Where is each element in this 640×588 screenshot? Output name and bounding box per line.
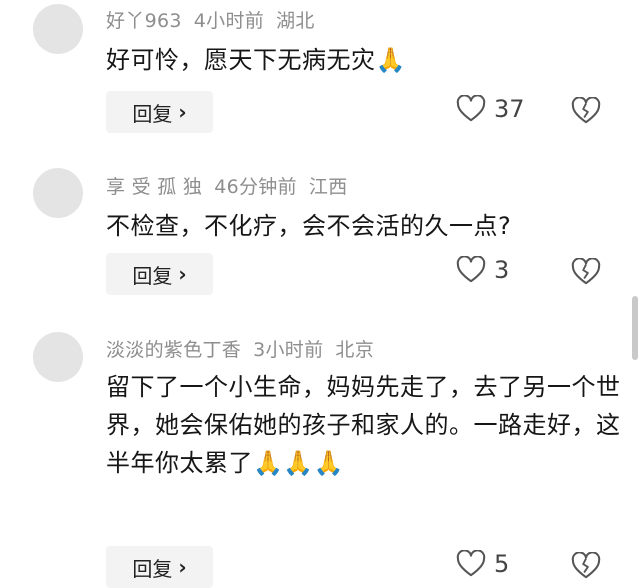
comment-time: 46分钟前 xyxy=(214,176,297,198)
reply-button[interactable]: 回复 › xyxy=(106,253,213,295)
chevron-right-icon: › xyxy=(178,262,187,286)
reply-label: 回复 xyxy=(132,101,173,126)
comment-location: 北京 xyxy=(335,339,375,361)
like-count: 5 xyxy=(494,550,510,578)
scrollbar[interactable] xyxy=(632,296,638,360)
reply-button[interactable]: 回复 › xyxy=(106,546,213,588)
comment-meta: 享 受 孤 独 46分钟前 江西 xyxy=(106,172,348,199)
dislike-button[interactable] xyxy=(571,96,601,129)
comment-text: 不检查，不化疗，会不会活的久一点? xyxy=(106,212,512,240)
username[interactable]: 享 受 孤 独 xyxy=(106,176,202,198)
reply-label: 回复 xyxy=(132,263,173,288)
comment-meta: 好丫963 4小时前 湖北 xyxy=(106,6,315,33)
username[interactable]: 好丫963 xyxy=(106,10,182,32)
heart-outline-icon xyxy=(456,550,486,577)
comment-time: 4小时前 xyxy=(193,10,265,32)
like-button[interactable]: 37 xyxy=(456,95,525,123)
like-button[interactable]: 3 xyxy=(456,256,509,284)
avatar[interactable] xyxy=(33,168,83,218)
comment-time: 3小时前 xyxy=(253,339,324,361)
comment-item: 淡淡的紫色丁香 3小时前 北京 留下了一个小生命，妈妈先走了，去了另一个世界，她会保… xyxy=(0,320,640,588)
heart-outline-icon xyxy=(456,95,486,122)
avatar[interactable] xyxy=(33,332,83,382)
broken-heart-icon xyxy=(571,96,601,124)
reply-label: 回复 xyxy=(132,556,173,581)
heart-outline-icon xyxy=(456,256,486,283)
reply-button[interactable]: 回复 › xyxy=(106,91,213,133)
chevron-right-icon: › xyxy=(178,555,187,579)
comment-location: 湖北 xyxy=(276,10,315,32)
comment-meta: 淡淡的紫色丁香 3小时前 北京 xyxy=(106,335,374,362)
comment-text: 留下了一个小生命，妈妈先走了，去了另一个世界，她会保佑她的孩子和家人的。一路走好… xyxy=(106,373,621,477)
broken-heart-icon xyxy=(571,257,601,285)
like-count: 3 xyxy=(494,256,510,284)
broken-heart-icon xyxy=(571,551,601,579)
comment-location: 江西 xyxy=(308,176,348,198)
praying-hands-emoji: 🙏🙏🙏 xyxy=(253,449,345,477)
chevron-right-icon: › xyxy=(178,100,187,124)
praying-hands-emoji: 🙏 xyxy=(375,46,406,74)
like-button[interactable]: 5 xyxy=(456,550,509,578)
comment-item: 好丫963 4小时前 湖北 好可怜，愿天下无病无灾🙏 回复 › 37 xyxy=(0,0,640,150)
comment-text: 好可怜，愿天下无病无灾🙏 xyxy=(106,46,406,74)
like-count: 37 xyxy=(494,95,525,123)
dislike-button[interactable] xyxy=(571,551,601,584)
comment-item: 享 受 孤 独 46分钟前 江西 不检查，不化疗，会不会活的久一点? 回复 › 3 xyxy=(0,160,640,300)
username[interactable]: 淡淡的紫色丁香 xyxy=(106,339,241,361)
avatar[interactable] xyxy=(33,4,83,54)
dislike-button[interactable] xyxy=(571,257,601,290)
